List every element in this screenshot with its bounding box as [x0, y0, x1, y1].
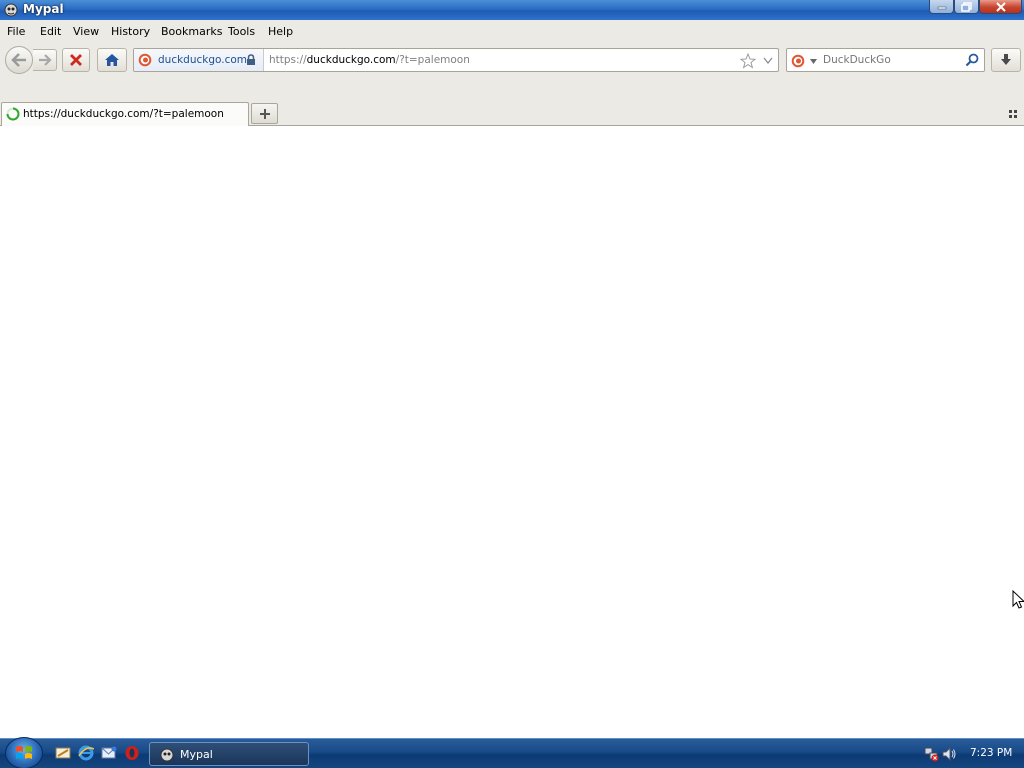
back-button[interactable] [5, 46, 33, 74]
page-content[interactable] [0, 126, 1024, 738]
search-input[interactable] [821, 51, 961, 69]
menu-file[interactable]: File [7, 25, 25, 38]
volume-icon[interactable] [941, 746, 957, 762]
menu-bar: File Edit View History Bookmarks Tools H… [0, 20, 1024, 42]
chevron-down-icon [810, 59, 817, 64]
network-icon[interactable] [924, 746, 940, 762]
loading-throbber-icon [6, 107, 20, 121]
start-button[interactable] [5, 737, 43, 768]
navigation-toolbar: duckduckgo.com https://duckduckgo.com/?t… [0, 42, 1024, 100]
mypal-icon [4, 3, 18, 17]
window-title: Mypal [23, 2, 64, 16]
back-arrow-icon [11, 53, 26, 67]
opera-icon[interactable] [124, 745, 140, 761]
clock[interactable]: 7:23 PM [970, 747, 1012, 759]
search-bar [786, 48, 985, 72]
maximize-icon [960, 1, 972, 12]
internet-explorer-icon[interactable] [78, 745, 94, 761]
menu-edit[interactable]: Edit [40, 25, 61, 38]
lock-icon [247, 54, 255, 65]
stop-icon [70, 54, 82, 66]
close-icon [995, 1, 1006, 12]
taskbar-item-mypal[interactable]: Mypal [149, 742, 309, 766]
plus-icon [259, 108, 270, 119]
menu-bookmarks[interactable]: Bookmarks [161, 25, 222, 38]
url-bar[interactable]: duckduckgo.com https://duckduckgo.com/?t… [133, 48, 779, 72]
duckduckgo-icon [138, 53, 152, 67]
mypal-icon [160, 748, 174, 762]
email-icon[interactable] [101, 745, 117, 761]
maximize-button[interactable] [954, 0, 979, 14]
search-engine-button[interactable] [791, 53, 819, 69]
url-dropdown-icon[interactable] [763, 57, 773, 64]
window-titlebar[interactable]: Mypal [0, 0, 1024, 20]
menu-view[interactable]: View [73, 25, 99, 38]
menu-history[interactable]: History [111, 25, 150, 38]
search-icon[interactable] [965, 53, 979, 67]
downloads-button[interactable] [991, 48, 1021, 72]
close-button[interactable] [979, 0, 1022, 14]
show-desktop-icon[interactable] [55, 745, 71, 761]
new-tab-button[interactable] [251, 103, 278, 124]
bookmark-star-icon[interactable] [740, 53, 756, 69]
url-text[interactable]: https://duckduckgo.com/?t=palemoon [269, 54, 470, 66]
url-host: duckduckgo.com [306, 54, 396, 66]
site-identity-label: duckduckgo.com [158, 54, 248, 66]
download-icon [1001, 54, 1011, 65]
windows-logo-icon [16, 746, 32, 759]
tab-active[interactable]: https://duckduckgo.com/?t=palemoon [1, 102, 249, 126]
taskbar-item-label: Mypal [180, 748, 213, 761]
minimize-icon [937, 6, 946, 9]
menu-tools[interactable]: Tools [228, 25, 255, 38]
mouse-cursor-icon [1012, 590, 1024, 609]
tab-bar: https://duckduckgo.com/?t=palemoon [0, 100, 1024, 126]
taskbar: Mypal 7:23 PM [0, 737, 1024, 768]
forward-arrow-icon [38, 54, 52, 66]
forward-button[interactable] [33, 49, 57, 71]
stop-button[interactable] [62, 48, 90, 72]
menu-help[interactable]: Help [268, 25, 293, 38]
url-prefix: https:// [269, 54, 307, 66]
home-button[interactable] [97, 48, 127, 72]
url-path: /?t=palemoon [395, 54, 470, 66]
minimize-button[interactable] [929, 0, 954, 14]
tab-list-icon[interactable] [1008, 109, 1018, 119]
site-identity-button[interactable]: duckduckgo.com [134, 49, 264, 71]
tab-label: https://duckduckgo.com/?t=palemoon [23, 108, 224, 120]
duckduckgo-icon [791, 54, 805, 68]
home-icon [105, 54, 119, 66]
